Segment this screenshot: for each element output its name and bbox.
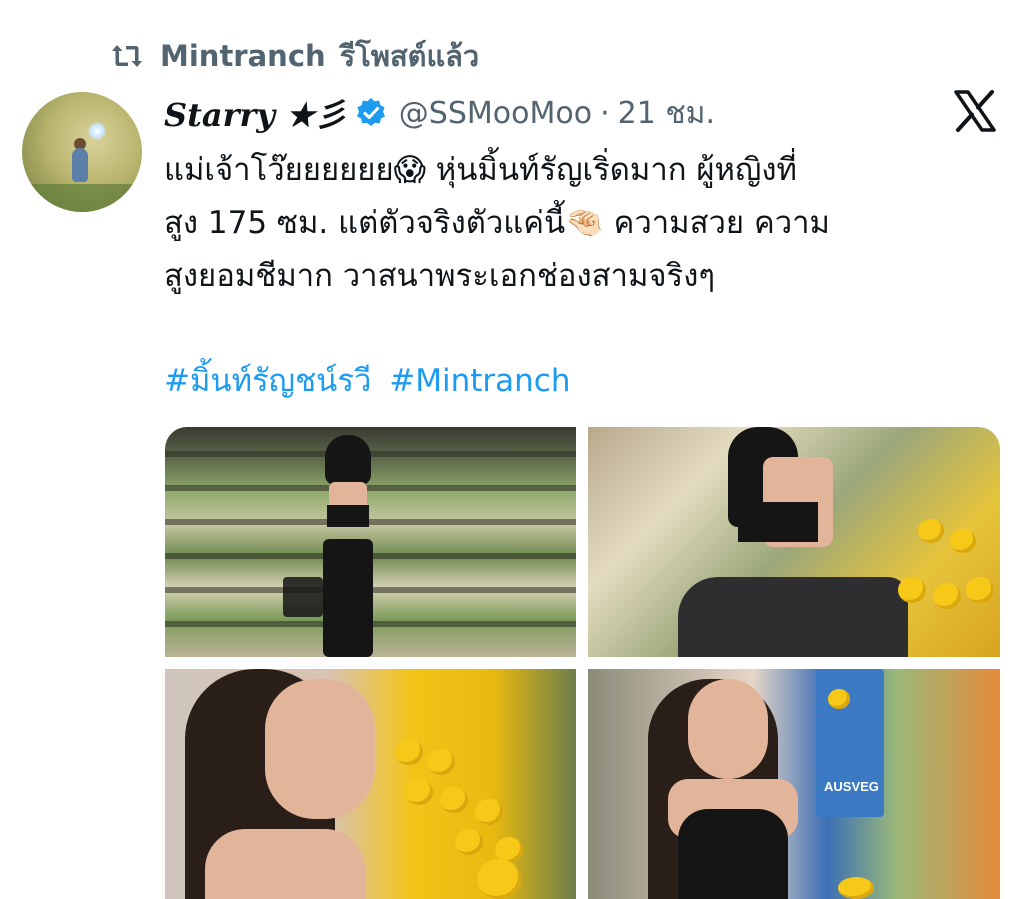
tweet-header: Starry ★彡 @SSMooMoo · 21 ชม. — [164, 88, 715, 138]
x-logo-icon — [952, 88, 998, 134]
hashtags: #มิ้นท์รัญชน์รวี #Mintranch — [164, 356, 578, 406]
photo-lemon-display[interactable] — [165, 669, 576, 899]
photo-grocery-aisle[interactable] — [165, 427, 576, 657]
repost-label: รีโพสต์แล้ว — [339, 39, 480, 73]
photo-picking-lemons[interactable] — [588, 427, 1000, 657]
handle[interactable]: @SSMooMoo — [399, 96, 592, 131]
timestamp[interactable]: 21 ชม. — [618, 90, 715, 137]
tweet-line-1: แม่เจ้าโว๊ยยยยยย😱 หุ่นมิ้นท์รัญเริ่ดมาก … — [164, 152, 797, 188]
repost-indicator[interactable]: Mintranch รีโพสต์แล้ว — [108, 36, 479, 76]
hashtag-link[interactable]: #Mintranch — [389, 363, 570, 399]
avatar[interactable] — [22, 92, 142, 212]
ausveg-sign-text: AUSVEG — [824, 779, 879, 794]
tweet-line-2: สูง 175 ซม. แต่ตัวจริงตัวแค่นี้🤏🏻 ความสว… — [164, 205, 830, 241]
tweet-line-3: สูงยอมชีมาก วาสนาพระเอกช่องสามจริงๆ — [164, 258, 715, 294]
photo-smiling-woman[interactable]: AUSVEG — [588, 669, 1000, 899]
dot-separator: · — [600, 95, 610, 131]
hashtag-link[interactable]: #มิ้นท์รัญชน์รวี — [164, 363, 371, 399]
media-grid: AUSVEG — [165, 427, 1000, 899]
repost-user[interactable]: Mintranch — [160, 39, 326, 73]
tweet-text: แม่เจ้าโว๊ยยยยยย😱 หุ่นมิ้นท์รัญเริ่ดมาก … — [164, 144, 994, 303]
display-name[interactable]: Starry ★彡 — [164, 90, 347, 136]
verified-badge-icon — [355, 96, 389, 130]
repost-icon — [108, 37, 146, 75]
